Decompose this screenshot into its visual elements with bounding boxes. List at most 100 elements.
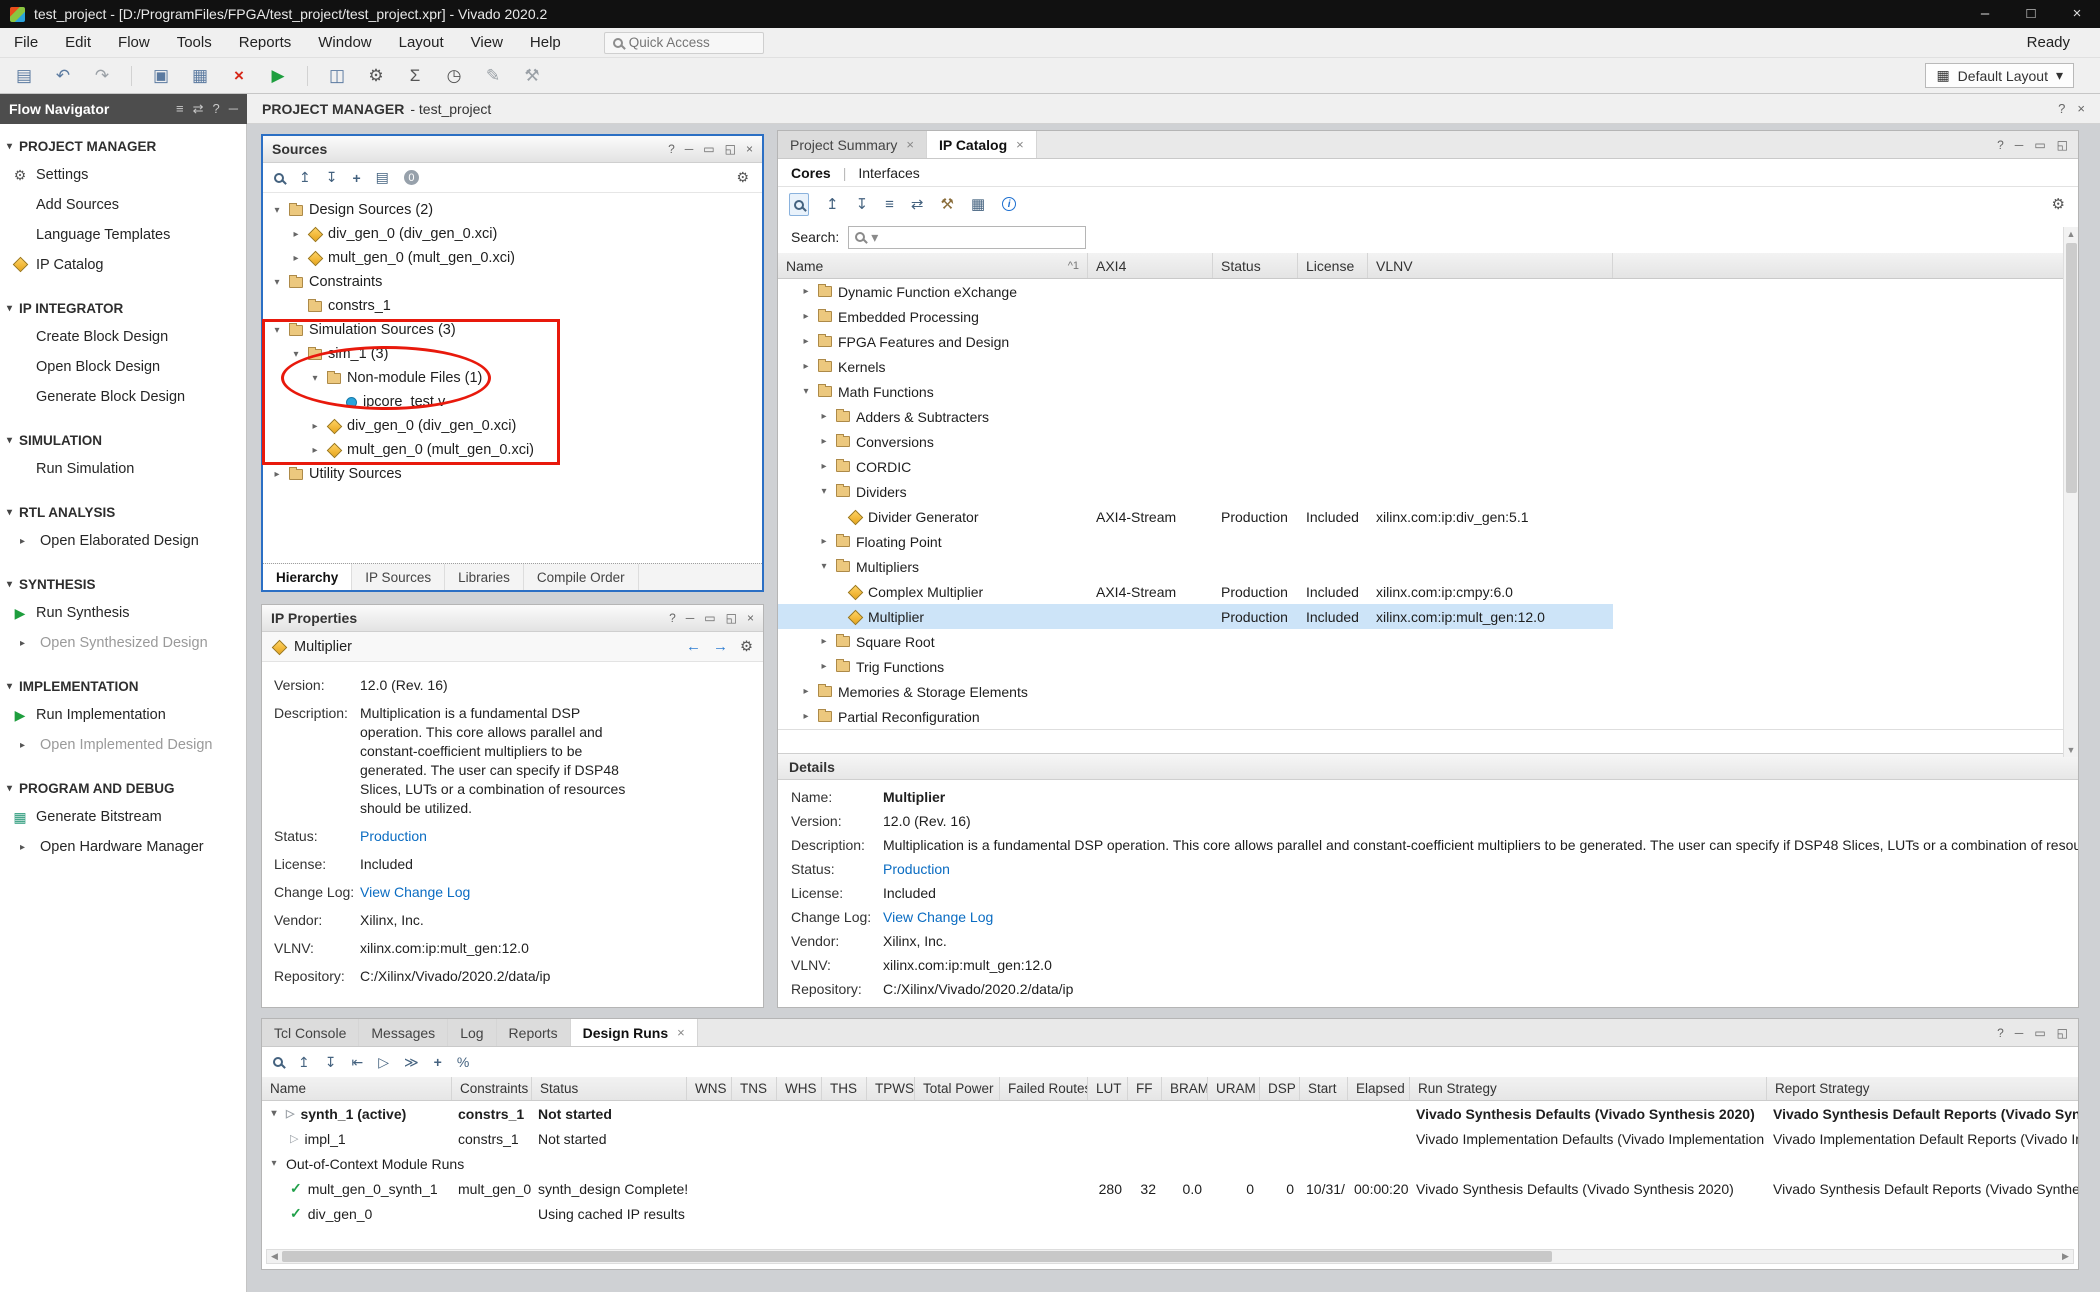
menu-icon[interactable]: ≡ — [176, 101, 184, 117]
menu-tools[interactable]: Tools — [177, 34, 212, 51]
sidebar-item-run-synthesis[interactable]: ▶ Run Synthesis — [0, 598, 246, 628]
ip-status-link[interactable]: Production — [360, 827, 427, 846]
catalog-row[interactable]: ▸Floating Point — [778, 529, 2078, 554]
catalog-row[interactable]: ▾Math Functions — [778, 379, 2078, 404]
menu-edit[interactable]: Edit — [65, 34, 91, 51]
menu-window[interactable]: Window — [318, 34, 371, 51]
column-header-name[interactable]: Name ^1 — [778, 253, 1088, 278]
collapse-all-icon[interactable]: ↥ — [826, 195, 839, 213]
chevron-down-icon[interactable]: ▾ — [268, 1158, 280, 1169]
tab-tcl-console[interactable]: Tcl Console — [262, 1019, 359, 1046]
expand-all-icon[interactable]: ↧ — [325, 1054, 337, 1071]
fast-forward-icon[interactable]: ≫ — [404, 1054, 419, 1071]
details-status-link[interactable]: Production — [883, 861, 950, 878]
section-header-project-manager[interactable]: ▾ PROJECT MANAGER — [0, 132, 246, 160]
chevron-right-icon[interactable]: ▸ — [818, 411, 830, 422]
column-header-axi4[interactable]: AXI4 — [1088, 253, 1213, 278]
details-change-log-link[interactable]: View Change Log — [883, 909, 993, 926]
chevron-right-icon[interactable]: ▸ — [818, 661, 830, 672]
column-header-tpws[interactable]: TPWS — [867, 1077, 915, 1100]
catalog-row[interactable]: ▸Memories & Storage Elements — [778, 679, 2078, 704]
grid-icon[interactable]: ▦ — [971, 195, 985, 213]
catalog-search-input[interactable]: ▾ — [848, 226, 1086, 249]
subnav-cores[interactable]: Cores — [791, 165, 831, 181]
clock-icon[interactable]: ◷ — [444, 66, 464, 86]
tree-row-utility-sources[interactable]: ▸ Utility Sources — [263, 462, 762, 486]
column-header-bram[interactable]: BRAM — [1162, 1077, 1208, 1100]
expand-all-icon[interactable]: ↧ — [326, 169, 338, 186]
help-icon[interactable]: ? — [1997, 138, 2004, 152]
tab-log[interactable]: Log — [448, 1019, 496, 1046]
sidebar-item-open-synthesized-design[interactable]: ▸ Open Synthesized Design — [0, 628, 246, 658]
column-header-start[interactable]: Start — [1300, 1077, 1348, 1100]
run-row-ooc-group[interactable]: ▾Out-of-Context Module Runs — [262, 1151, 2078, 1176]
close-icon[interactable]: × — [746, 142, 753, 156]
close-icon[interactable]: × — [2077, 101, 2085, 116]
scroll-down-icon[interactable]: ▼ — [2064, 743, 2078, 757]
scroll-up-icon[interactable]: ▲ — [2064, 227, 2078, 241]
tree-row-div-gen-0[interactable]: ▸ div_gen_0 (div_gen_0.xci) — [263, 222, 762, 246]
redo-icon[interactable]: ↷ — [92, 66, 112, 86]
chevron-down-icon[interactable]: ▾ — [271, 205, 283, 216]
tab-compile-order[interactable]: Compile Order — [524, 564, 639, 590]
catalog-row-multiplier[interactable]: Multiplier Production Included xilinx.co… — [778, 604, 2078, 629]
menu-layout[interactable]: Layout — [399, 34, 444, 51]
view-change-log-link[interactable]: View Change Log — [360, 883, 470, 902]
catalog-row[interactable]: ▾Multipliers — [778, 554, 2078, 579]
float-icon[interactable]: ◱ — [2057, 1026, 2068, 1040]
tree-row-ipcore-test-v[interactable]: ipcore_test.v — [263, 390, 762, 414]
help-icon[interactable]: ? — [669, 611, 676, 625]
chevron-right-icon[interactable]: ▸ — [800, 711, 812, 722]
chevron-right-icon[interactable]: ▸ — [800, 286, 812, 297]
menu-file[interactable]: File — [14, 34, 38, 51]
chevron-right-icon[interactable]: ▸ — [818, 436, 830, 447]
tools-icon[interactable]: ⚒ — [522, 66, 542, 86]
catalog-row-divider-generator[interactable]: Divider Generator AXI4-Stream Production… — [778, 504, 2078, 529]
minimize-icon[interactable]: ─ — [686, 611, 695, 625]
add-icon[interactable]: + — [434, 1054, 442, 1070]
close-icon[interactable]: × — [677, 1025, 685, 1040]
catalog-row[interactable]: ▸Conversions — [778, 429, 2078, 454]
float-icon[interactable]: ◱ — [726, 611, 737, 625]
section-header-implementation[interactable]: ▾ IMPLEMENTATION — [0, 672, 246, 700]
run-icon[interactable]: ▷ — [378, 1054, 389, 1071]
menu-reports[interactable]: Reports — [239, 34, 292, 51]
paste-icon[interactable]: ▦ — [190, 66, 210, 86]
wrench-icon[interactable]: ⚒ — [941, 195, 954, 213]
chevron-right-icon[interactable]: ▸ — [818, 636, 830, 647]
quick-access-input[interactable] — [629, 35, 739, 50]
sidebar-item-create-block-design[interactable]: Create Block Design — [0, 322, 246, 352]
gear-icon[interactable]: ⚙ — [2052, 195, 2065, 213]
chevron-right-icon[interactable]: ▸ — [290, 253, 302, 264]
scrollbar-thumb[interactable] — [2066, 243, 2077, 493]
column-header-report-strategy[interactable]: Report Strategy — [1767, 1077, 2078, 1100]
sum-icon[interactable]: Σ — [405, 66, 425, 86]
percent-icon[interactable]: % — [457, 1054, 469, 1070]
menu-flow[interactable]: Flow — [118, 34, 150, 51]
gear-icon[interactable]: ⚙ — [740, 639, 753, 655]
float-icon[interactable]: ◱ — [725, 142, 736, 156]
column-header-total-power[interactable]: Total Power — [915, 1077, 1000, 1100]
help-icon[interactable]: ? — [213, 101, 220, 117]
add-sources-icon[interactable]: + — [352, 170, 360, 186]
run-row-div-gen-0[interactable]: ✓div_gen_0 Using cached IP results — [262, 1201, 2078, 1226]
catalog-row[interactable]: ▸Dynamic Function eXchange — [778, 279, 2078, 304]
cancel-icon[interactable]: × — [229, 66, 249, 86]
catalog-row[interactable]: ▸Partial Reconfiguration — [778, 704, 2078, 729]
tree-row-constrs-1[interactable]: constrs_1 — [263, 294, 762, 318]
subnav-interfaces[interactable]: Interfaces — [858, 165, 919, 181]
step-to-start-icon[interactable]: ⇤ — [351, 1054, 363, 1071]
help-icon[interactable]: ? — [2058, 101, 2065, 116]
info-icon[interactable]: i — [1002, 197, 1016, 211]
column-header-wns[interactable]: WNS — [687, 1077, 732, 1100]
chevron-right-icon[interactable]: ▸ — [800, 686, 812, 697]
sidebar-item-generate-block-design[interactable]: Generate Block Design — [0, 382, 246, 412]
sidebar-item-open-block-design[interactable]: Open Block Design — [0, 352, 246, 382]
copy-icon[interactable]: ▣ — [151, 66, 171, 86]
search-icon[interactable] — [273, 1057, 283, 1067]
sidebar-item-settings[interactable]: ⚙ Settings — [0, 160, 246, 190]
close-icon[interactable]: × — [1016, 137, 1024, 152]
close-icon[interactable]: × — [747, 611, 754, 625]
chevron-right-icon[interactable]: ▸ — [290, 229, 302, 240]
section-header-ip-integrator[interactable]: ▾ IP INTEGRATOR — [0, 294, 246, 322]
